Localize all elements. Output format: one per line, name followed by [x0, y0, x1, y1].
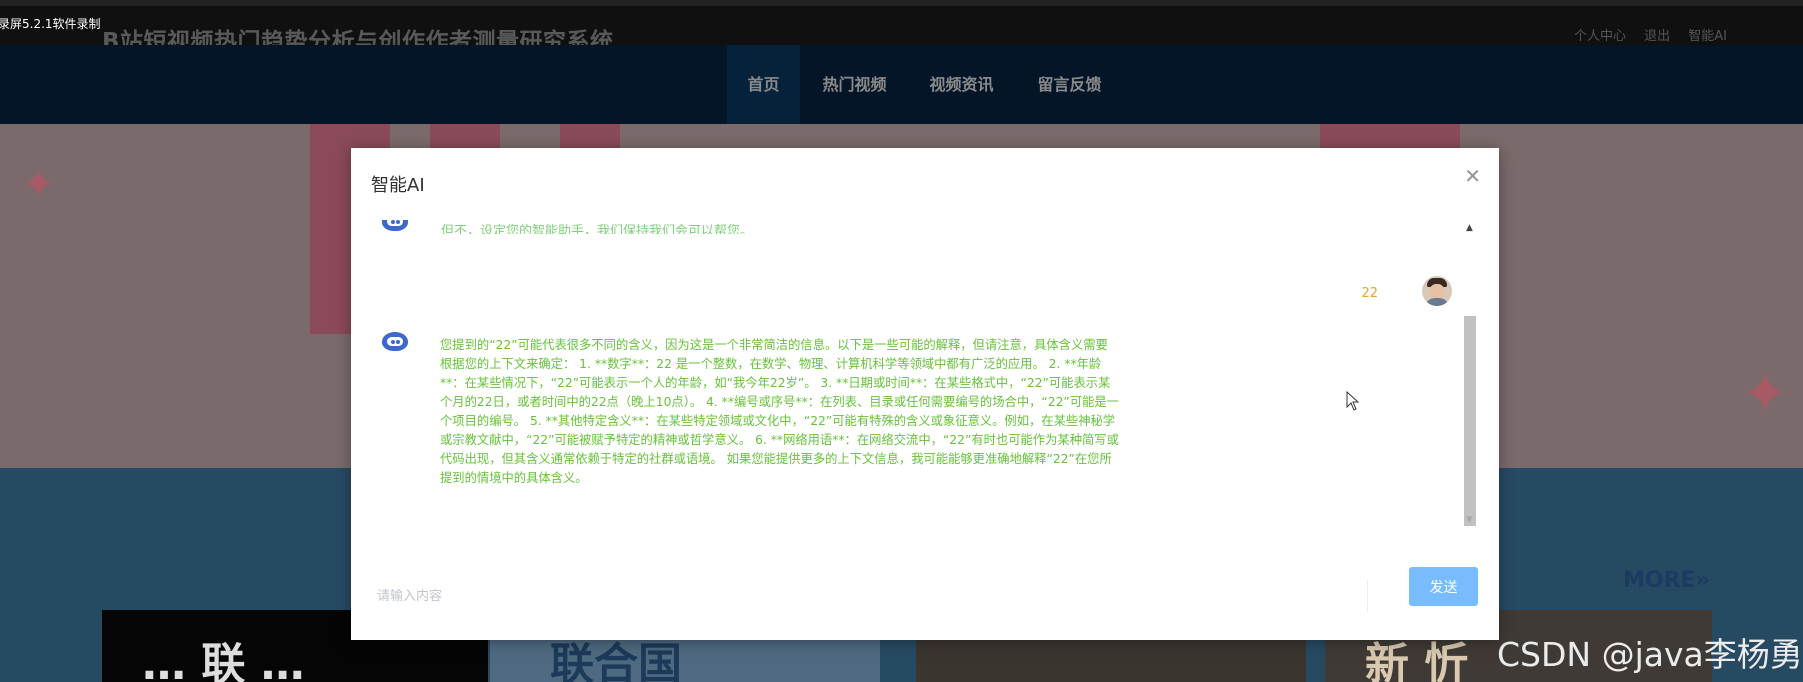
user-message: 22 — [1361, 286, 1378, 301]
main-nav: 首页 热门视频 视频资讯 留言反馈 — [0, 45, 1803, 124]
csdn-watermark: CSDN @java李杨勇 — [1497, 635, 1803, 674]
bot-avatar-icon — [381, 330, 409, 354]
send-button[interactable]: 发送 — [1409, 567, 1478, 606]
top-link-profile[interactable]: 个人中心 — [1574, 29, 1626, 44]
top-link-logout[interactable]: 退出 — [1644, 29, 1670, 44]
bot-avatar-icon — [381, 220, 409, 234]
top-link-ai[interactable]: 智能AI — [1688, 29, 1727, 44]
top-links: 个人中心 退出 智能AI — [1560, 25, 1727, 44]
clipped-message: 但不，设定您的智能助手，我们保持我们会可以帮您。 — [371, 220, 1421, 234]
scrollbar-thumb[interactable] — [1464, 316, 1476, 526]
user-avatar — [1422, 276, 1452, 306]
close-icon[interactable]: ✕ — [1464, 164, 1481, 188]
scroll-down-arrow-icon[interactable]: ▼ — [1466, 515, 1473, 525]
ai-chat-dialog: 智能AI ✕ 但不，设定您的智能助手，我们保持我们会可以帮您。 22 您提到的“… — [351, 148, 1499, 640]
dialog-title: 智能AI — [371, 175, 425, 196]
nav-item-feedback[interactable]: 留言反馈 — [1027, 45, 1112, 124]
chat-scrollbar[interactable] — [1464, 316, 1476, 526]
more-link[interactable]: MORE» — [1623, 568, 1710, 593]
chat-input[interactable] — [375, 578, 1415, 614]
chat-input-area: 发送 — [351, 567, 1499, 640]
nav-item-hot-videos[interactable]: 热门视频 — [812, 45, 897, 124]
scroll-up-arrow-icon[interactable]: ▲ — [1466, 223, 1473, 233]
sparkle-icon: ✦ — [20, 159, 57, 210]
top-bar: B站短视频热门趋势分析与创作作者测量研究系统 个人中心 退出 智能AI — [0, 6, 1803, 55]
recorder-label: 录屏5.2.1软件录制 — [0, 17, 101, 31]
nav-item-video-news[interactable]: 视频资讯 — [919, 45, 1004, 124]
clipped-text: 但不，设定您的智能助手，我们保持我们会可以帮您。 — [441, 224, 754, 234]
chat-history: 但不，设定您的智能助手，我们保持我们会可以帮您。 22 您提到的“22”可能代表… — [351, 220, 1483, 526]
bot-reply-text: 您提到的“22”可能代表很多不同的含义，因为这是一个非常简洁的信息。以下是一些可… — [440, 338, 1119, 485]
input-divider — [1367, 580, 1368, 612]
thumbnail-text: … 联 … — [142, 639, 305, 682]
sparkle-icon: ✦ — [1740, 359, 1791, 429]
nav-item-home[interactable]: 首页 — [727, 45, 800, 124]
